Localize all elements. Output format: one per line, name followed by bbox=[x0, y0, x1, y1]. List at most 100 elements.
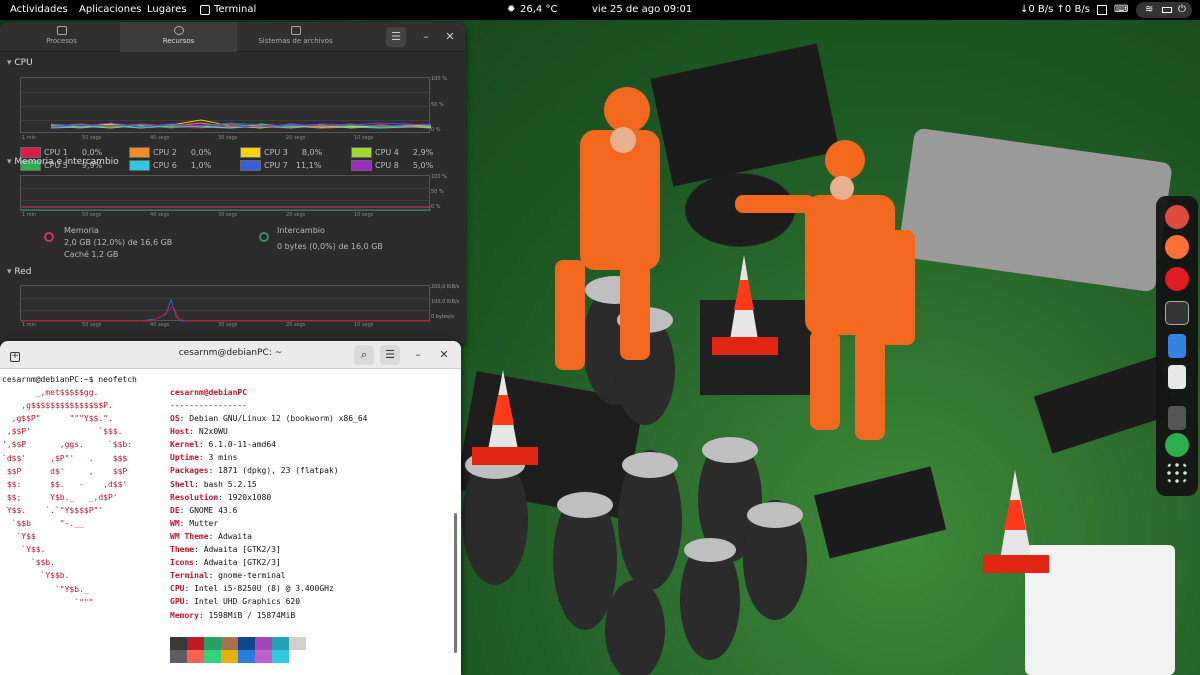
minimize-button[interactable]: – bbox=[416, 27, 436, 47]
cpu-tick-0: 0 % bbox=[431, 127, 441, 133]
terminal-scrollbar[interactable] bbox=[454, 513, 457, 653]
net-tick-mid: 100,0 KiB/s bbox=[431, 299, 460, 305]
cpu-tick-50: 50 % bbox=[431, 102, 444, 108]
command-prompt: cesarnm@debianPC:~$ neofetch bbox=[2, 375, 137, 384]
cpu-tick-100: 100 % bbox=[431, 76, 447, 82]
menu-button[interactable]: ☰ bbox=[386, 27, 406, 47]
logo-line: `d$$' ,$P"' . $$$ bbox=[2, 453, 128, 463]
palette-swatch bbox=[204, 637, 221, 650]
memory-section-title[interactable]: Memoria e intercambio bbox=[7, 157, 118, 167]
cpu-color-swatch[interactable] bbox=[351, 147, 372, 158]
info-value: : 1598MiB / 15874MiB bbox=[198, 610, 296, 620]
dash-dock bbox=[1156, 196, 1198, 496]
firefox-icon[interactable] bbox=[1165, 235, 1189, 259]
mem-xtick: 40 segs bbox=[150, 212, 170, 218]
media-player-icon[interactable] bbox=[1165, 267, 1189, 291]
logo-line: `Y$$ bbox=[2, 532, 36, 542]
logo-line: `Y$$. bbox=[2, 545, 46, 555]
palette-swatch bbox=[272, 637, 289, 650]
info-line: WM: Mutter bbox=[170, 519, 218, 528]
terminal-menu-button[interactable]: ☰ bbox=[380, 345, 400, 365]
cpu-legend-item[interactable]: CPU 6 1,0% bbox=[129, 160, 211, 171]
network-section-title[interactable]: Red bbox=[7, 267, 31, 277]
tab-resources[interactable]: Recursos bbox=[120, 22, 237, 52]
terminal-icon[interactable] bbox=[1165, 301, 1189, 325]
terminal-close-button[interactable]: ✕ bbox=[434, 345, 454, 365]
info-key: Host bbox=[170, 427, 190, 437]
terminal-content[interactable]: cesarnm@debianPC:~$ neofetch _,met$$$$$g… bbox=[0, 369, 461, 675]
info-key: Packages bbox=[170, 466, 209, 476]
info-line: Resolution: 1920x1080 bbox=[170, 493, 271, 502]
cpu-legend-item[interactable]: CPU 4 2,9% bbox=[351, 147, 433, 158]
system-monitor-icon[interactable] bbox=[1168, 406, 1186, 430]
weather-indicator[interactable]: 26,4 °C bbox=[520, 4, 557, 15]
info-line: CPU: Intel i5-8250U (8) @ 3.400GHz bbox=[170, 584, 334, 593]
info-value: : Adwaita [GTK2/3] bbox=[194, 558, 281, 568]
keyboard-layout-icon[interactable]: ⌨ bbox=[1114, 4, 1128, 15]
info-value: : Intel i5-8250U (8) @ 3.400GHz bbox=[184, 584, 334, 594]
logo-line: `$$b. bbox=[2, 558, 55, 568]
search-button[interactable]: ⌕ bbox=[354, 345, 374, 365]
cpu-color-swatch[interactable] bbox=[240, 160, 261, 171]
network-speed[interactable]: ↓0 B/s ↑0 B/s bbox=[1020, 4, 1090, 15]
swap-pie-icon[interactable] bbox=[259, 232, 269, 242]
info-key: Icons bbox=[170, 558, 195, 568]
cpu-xtick: 1 min bbox=[22, 135, 37, 141]
cpu-color-swatch[interactable] bbox=[351, 160, 372, 171]
applications-menu[interactable]: Aplicaciones bbox=[79, 4, 141, 15]
terminal-minimize-button[interactable]: – bbox=[408, 345, 428, 365]
cpu-legend-item[interactable]: CPU 8 5,0% bbox=[351, 160, 433, 171]
cpu-color-swatch[interactable] bbox=[129, 147, 150, 158]
palette-swatch bbox=[255, 650, 272, 663]
logo-line: `Y$$b. bbox=[2, 571, 70, 581]
memory-cache: Caché 1,2 GB bbox=[64, 250, 119, 259]
memory-pie-icon[interactable] bbox=[44, 232, 54, 242]
info-key: Memory bbox=[170, 610, 199, 620]
cpu-xtick: 50 segs bbox=[82, 135, 102, 141]
app-grid-icon[interactable] bbox=[1165, 461, 1189, 485]
net-xtick: 1 min bbox=[22, 322, 37, 328]
palette-swatch bbox=[289, 650, 306, 663]
info-key: OS bbox=[170, 414, 180, 423]
system-monitor-headerbar: Procesos Recursos Sistemas de archivos ☰… bbox=[0, 22, 465, 52]
cpu-legend-item[interactable]: CPU 3 8,0% bbox=[240, 147, 322, 158]
close-button[interactable]: ✕ bbox=[440, 27, 460, 47]
software-icon[interactable] bbox=[1168, 365, 1186, 389]
clock[interactable]: vie 25 de ago 09:01 bbox=[592, 4, 692, 15]
cpu-section-title[interactable]: CPU bbox=[7, 58, 32, 68]
mem-tick-50: 50 % bbox=[431, 189, 444, 195]
tab-processes[interactable]: Procesos bbox=[3, 22, 120, 52]
palette-swatch bbox=[204, 650, 221, 663]
cpu-color-swatch[interactable] bbox=[129, 160, 150, 171]
info-line: Memory: 1598MiB / 15874MiB bbox=[170, 611, 295, 620]
info-key: Kernel bbox=[170, 440, 199, 450]
cpu-legend-item[interactable]: CPU 2 0,0% bbox=[129, 147, 211, 158]
notes-icon[interactable] bbox=[1168, 334, 1186, 358]
weather-icon: ✹ bbox=[507, 4, 516, 15]
info-value: : 6.1.0-11-amd64 bbox=[198, 440, 276, 450]
info-value: : 3 mins bbox=[198, 453, 238, 463]
net-xtick: 10 segs bbox=[354, 322, 374, 328]
cpu-legend-item[interactable]: CPU 7 11,1% bbox=[240, 160, 321, 171]
terminal-window: + cesarnm@debianPC: ~ ⌕ ☰ – ✕ cesarnm@de… bbox=[0, 341, 461, 675]
places-menu[interactable]: Lugares bbox=[147, 4, 186, 15]
palette-swatch bbox=[238, 637, 255, 650]
info-key: Uptime bbox=[170, 453, 199, 463]
palette-swatch bbox=[187, 637, 204, 650]
logo-line: `""" bbox=[2, 597, 94, 607]
disk-icon bbox=[290, 26, 301, 35]
trash-icon[interactable] bbox=[1165, 433, 1189, 457]
info-key: Terminal bbox=[170, 571, 209, 581]
logo-line: _,met$$$$$gg. bbox=[2, 388, 99, 397]
active-app-menu[interactable]: Terminal bbox=[214, 4, 256, 15]
tab-filesystems[interactable]: Sistemas de archivos bbox=[237, 22, 354, 52]
cpu-graph-lines bbox=[50, 119, 431, 129]
info-value: : Mutter bbox=[179, 518, 219, 528]
info-line: GPU: Intel UHD Graphics 620 bbox=[170, 597, 300, 606]
activities-button[interactable]: Actividades bbox=[10, 4, 68, 15]
net-tick-high: 200,0 KiB/s bbox=[431, 284, 460, 290]
chrome-icon[interactable] bbox=[1165, 205, 1189, 229]
cpu-color-swatch[interactable] bbox=[240, 147, 261, 158]
mem-xtick: 30 segs bbox=[218, 212, 238, 218]
clipboard-icon[interactable] bbox=[1097, 5, 1107, 15]
